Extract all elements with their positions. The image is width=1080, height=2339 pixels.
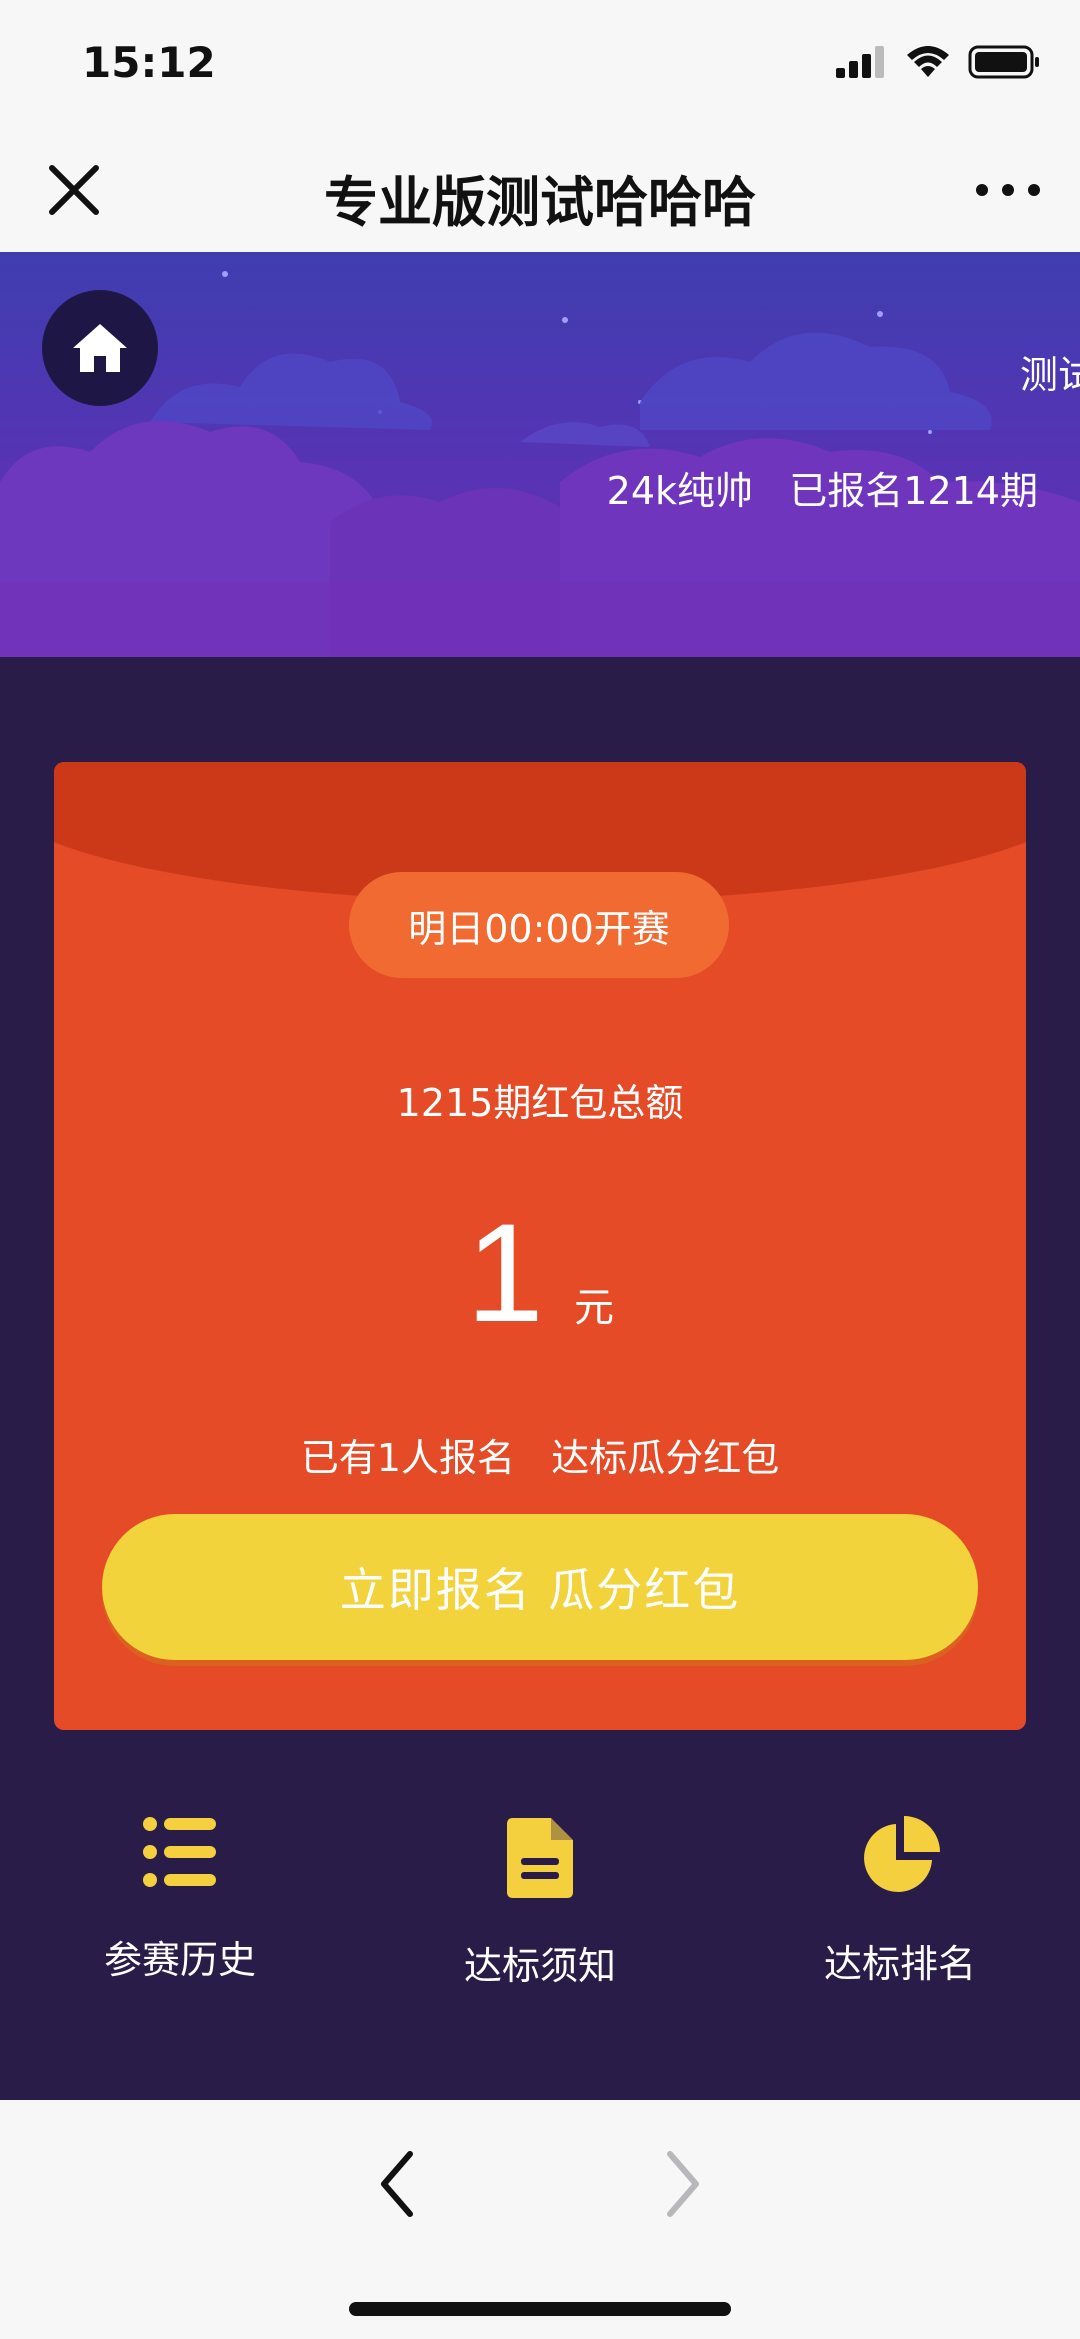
amount-display: 1元 (54, 1192, 1026, 1354)
document-icon (507, 1818, 573, 1898)
registered-count: 已报名1214期 (789, 469, 1038, 513)
home-button[interactable] (42, 290, 158, 406)
banner: 测试 24k纯帅 已报名1214期 (0, 252, 1080, 657)
forward-arrow-icon[interactable] (652, 2144, 712, 2224)
home-indicator (349, 2302, 731, 2316)
navigation-bar: 专业版测试哈哈哈 (0, 130, 1080, 252)
menu-item-rules[interactable]: 达标须知 (360, 1813, 720, 1990)
signal-icon (836, 46, 884, 78)
menu-label-rules: 达标须知 (463, 1944, 616, 1988)
feature-menu: 参赛历史 达标须知 达标排名 (0, 1807, 1080, 2007)
signup-button[interactable]: 立即报名 瓜分红包 (102, 1514, 978, 1660)
menu-label-history: 参赛历史 (103, 1938, 256, 1982)
menu-item-ranking[interactable]: 达标排名 (720, 1811, 1080, 1988)
status-icons (836, 45, 1040, 79)
home-icon (73, 324, 127, 372)
user-summary: 24k纯帅 已报名1214期 (607, 460, 1038, 515)
status-time: 15:12 (82, 38, 216, 87)
start-time-badge: 明日00:00开赛 (349, 872, 729, 978)
battery-icon (968, 45, 1039, 79)
banner-background (0, 271, 1080, 657)
list-icon (143, 1817, 216, 1887)
menu-label-ranking: 达标排名 (823, 1942, 976, 1986)
back-arrow-icon[interactable] (368, 2144, 428, 2224)
menu-item-history[interactable]: 参赛历史 (0, 1807, 360, 1984)
marquee-text: 测试 (1020, 353, 1080, 397)
more-icon[interactable] (972, 170, 1044, 210)
status-bar: 15:12 (0, 0, 1080, 130)
pie-chart-icon (864, 1816, 940, 1892)
wifi-icon (907, 46, 949, 77)
user-name: 24k纯帅 (606, 469, 754, 513)
signup-info: 已有1人报名 达标瓜分红包 (300, 1436, 780, 1480)
red-packet-card: 明日00:00开赛 1215期红包总额 1元 已有1人报名 达标瓜分红包 立即报… (54, 762, 1026, 1730)
amount-unit: 元 (573, 1285, 614, 1331)
page-title: 专业版测试哈哈哈 (324, 171, 756, 234)
amount-value: 1 (466, 1194, 544, 1351)
total-amount-label: 1215期红包总额 (396, 1081, 684, 1125)
main-content: 明日00:00开赛 1215期红包总额 1元 已有1人报名 达标瓜分红包 立即报… (0, 657, 1080, 2100)
browser-bottom-bar (0, 2100, 1080, 2339)
